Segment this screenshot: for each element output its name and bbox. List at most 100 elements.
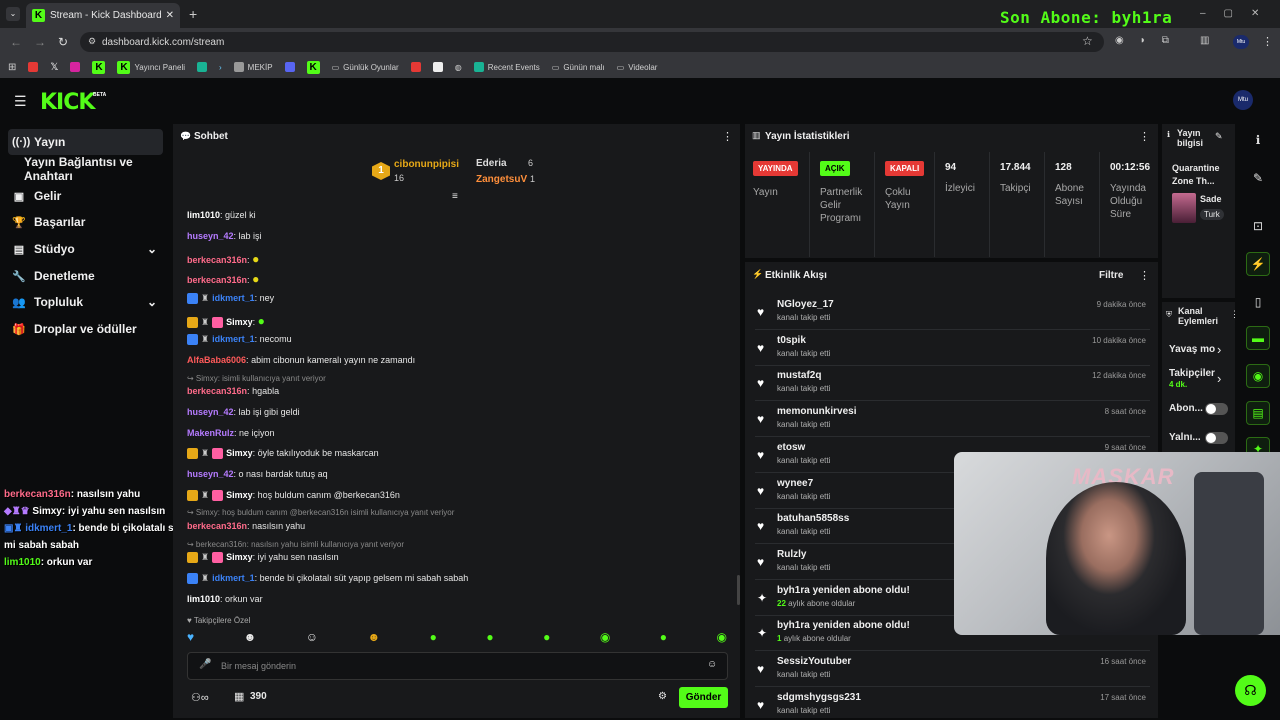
- filter-button[interactable]: Filtre: [1099, 270, 1123, 281]
- emote-icon[interactable]: ●: [660, 630, 667, 648]
- chat-username[interactable]: berkecan316n: [187, 275, 247, 285]
- activity-item[interactable]: ♥ sdgmshygsgs231 kanalı takip etti 17 saat …: [755, 689, 1150, 720]
- leader-3-name[interactable]: ZangetsuV: [476, 174, 527, 185]
- scrollbar[interactable]: [737, 575, 740, 605]
- chat-username[interactable]: AlfaBaba6006: [187, 355, 246, 365]
- collapse-leaderboard-icon[interactable]: ≡: [452, 191, 458, 202]
- chevron-right-icon[interactable]: ›: [1217, 342, 1221, 357]
- support-button[interactable]: ☊: [1235, 675, 1266, 706]
- chat-message[interactable]: ♜ Simxy: ●: [187, 314, 265, 329]
- bookmark-star-icon[interactable]: ☆: [1082, 34, 1093, 48]
- chat-message[interactable]: ♜ idkmert_1: necomu: [187, 334, 292, 346]
- sidebar-item-studyo[interactable]: ▤ Stüdyo ⌄: [8, 236, 163, 262]
- back-icon[interactable]: ←: [10, 35, 22, 49]
- user-avatar[interactable]: Mtu: [1233, 90, 1253, 110]
- followers-mode-label[interactable]: Takipçiler: [1169, 368, 1215, 379]
- broadcast-rail-icon[interactable]: ◉: [1246, 364, 1270, 388]
- chat-message[interactable]: berkecan316n: nasılsın yahu: [187, 521, 305, 531]
- chat-message[interactable]: lim1010: güzel ki: [187, 210, 256, 220]
- emote-icon[interactable]: ◉: [717, 630, 727, 648]
- activity-item[interactable]: ♥ mustaf2q kanalı takip etti 12 dakika önce: [755, 367, 1150, 402]
- emote-icon[interactable]: ☻: [367, 630, 380, 648]
- reload-icon[interactable]: ↻: [58, 35, 68, 49]
- new-tab-button[interactable]: +: [189, 6, 197, 22]
- emoji-icon[interactable]: ☺: [707, 659, 717, 670]
- chat-message[interactable]: huseyn_42: lab işi gibi geldi: [187, 407, 300, 417]
- app-icon[interactable]: [197, 62, 207, 72]
- kick-logo[interactable]: KICK: [40, 90, 95, 115]
- profile-avatar[interactable]: Mtu: [1233, 35, 1249, 49]
- chat-message[interactable]: lim1010: orkun var: [187, 594, 263, 604]
- discord-icon[interactable]: [284, 62, 295, 72]
- tab-search-icon[interactable]: ⌄: [6, 7, 20, 21]
- emote-only-toggle[interactable]: [1205, 432, 1228, 444]
- chat-username[interactable]: idkmert_1: [212, 334, 255, 344]
- activity-item[interactable]: ♥ t0spik kanalı takip etti 10 dakika önce: [755, 332, 1150, 366]
- activity-menu-icon[interactable]: ⋮: [1139, 269, 1150, 282]
- document-rail-icon[interactable]: ▯: [1246, 290, 1270, 314]
- sidebar-item-stream-key[interactable]: Yayın Bağlantısı ve Anahtarı: [20, 155, 175, 183]
- bookmark-item[interactable]: MEKİP: [233, 62, 273, 72]
- sidebar-item-denetleme[interactable]: 🔧 Denetleme: [8, 263, 163, 289]
- emote-icon[interactable]: ♥: [187, 630, 194, 648]
- activity-item[interactable]: ♥ NGloyez_17 kanalı takip etti 9 dakika önc…: [755, 296, 1150, 330]
- emote-bar[interactable]: ♥ ☻ ☺ ☻ ● ● ● ◉ ● ◉: [187, 630, 727, 648]
- emote-icon[interactable]: ●: [543, 630, 550, 648]
- hamburger-menu-icon[interactable]: ☰: [14, 93, 27, 110]
- chevron-right-icon[interactable]: ›: [1217, 371, 1221, 386]
- edit-icon[interactable]: ✎: [1215, 131, 1223, 142]
- info-rail-icon[interactable]: ℹ: [1246, 128, 1270, 152]
- activity-item[interactable]: ♥ memonunkirvesi kanalı takip etti 8 saat ö…: [755, 403, 1150, 438]
- sidebar-item-topluluk[interactable]: 👥 Topluluk ⌄: [8, 289, 163, 315]
- chat-username[interactable]: idkmert_1: [212, 293, 255, 303]
- chat-menu-icon[interactable]: ⋮: [722, 130, 733, 143]
- chat-username[interactable]: huseyn_42: [187, 469, 234, 479]
- capture-rail-icon[interactable]: ⊡: [1246, 214, 1270, 238]
- url-field[interactable]: dashboard.kick.com/stream: [80, 32, 1104, 52]
- chat-username[interactable]: huseyn_42: [187, 231, 234, 241]
- sidepanel-icon[interactable]: ▥: [1200, 35, 1209, 46]
- chat-message[interactable]: berkecan316n: ●: [187, 272, 259, 286]
- emote-icon[interactable]: ☻: [244, 630, 257, 648]
- chat-username[interactable]: MakenRulz: [187, 428, 234, 438]
- bookmark-item[interactable]: Recent Events: [473, 62, 540, 72]
- chat-settings-icon[interactable]: ⚙: [658, 691, 667, 702]
- globe-icon[interactable]: ◍: [455, 63, 462, 72]
- chat-message[interactable]: ♜ idkmert_1: bende bi çikolatalı süt yapı…: [187, 573, 468, 585]
- bookmark-item[interactable]: K Yayıncı Paneli: [117, 60, 185, 74]
- window-controls[interactable]: –▢✕: [1200, 8, 1277, 19]
- browser-tab[interactable]: K Stream - Kick Dashboard ✕: [26, 3, 180, 28]
- chat-message[interactable]: ♜ Simxy: hoş buldum canım @berkecan316n: [187, 490, 400, 502]
- emote-icon[interactable]: ●: [430, 630, 437, 648]
- chat-username[interactable]: Simxy: [226, 448, 253, 458]
- chat-username[interactable]: huseyn_42: [187, 407, 234, 417]
- close-tab-icon[interactable]: ✕: [166, 10, 174, 21]
- bookmark-item[interactable]: ▭ Günün malı: [552, 63, 605, 72]
- image-icon[interactable]: [432, 62, 443, 72]
- sidebar-item-basarilar[interactable]: 🏆 Başarılar: [8, 209, 163, 235]
- chat-message[interactable]: huseyn_42: lab işi: [187, 231, 262, 241]
- youtube-icon[interactable]: [28, 62, 39, 72]
- chat-username[interactable]: berkecan316n: [187, 521, 247, 531]
- leader-2-name[interactable]: Ederia: [476, 158, 507, 169]
- chat-username[interactable]: Simxy: [226, 552, 253, 562]
- chat-username[interactable]: Simxy: [226, 490, 253, 500]
- chat-message[interactable]: ♜ Simxy: iyi yahu sen nasılsın: [187, 552, 339, 564]
- menu-dots-icon[interactable]: ⋮: [1262, 35, 1273, 48]
- emote-icon[interactable]: ☺: [306, 630, 318, 648]
- youtube-icon[interactable]: [410, 62, 421, 72]
- kick-bookmark-icon[interactable]: K: [306, 60, 320, 74]
- chat-message[interactable]: huseyn_42: o nası bardak tutuş aq: [187, 469, 328, 479]
- mic-icon[interactable]: 🎤: [199, 659, 211, 670]
- chat-message[interactable]: ♜ idkmert_1: ney: [187, 293, 274, 305]
- extension-icons[interactable]: ◉◗⧉: [1115, 35, 1185, 46]
- sidebar-item-yayin[interactable]: ((·)) Yayın: [8, 129, 163, 155]
- bookmark-item[interactable]: ▭ Videolar: [617, 63, 658, 72]
- infinity-icon[interactable]: ⚇∞: [191, 691, 209, 704]
- kick-bookmark-icon[interactable]: K: [92, 60, 106, 74]
- slow-mode-label[interactable]: Yavaş mo: [1169, 344, 1215, 355]
- chat-username[interactable]: berkecan316n: [187, 386, 247, 396]
- instagram-icon[interactable]: [70, 62, 81, 72]
- activity-item[interactable]: ♥ SessizYoutuber kanalı takip etti 16 saat …: [755, 653, 1150, 687]
- chat-message[interactable]: AlfaBaba6006: abim cibonun kameralı yayı…: [187, 355, 415, 365]
